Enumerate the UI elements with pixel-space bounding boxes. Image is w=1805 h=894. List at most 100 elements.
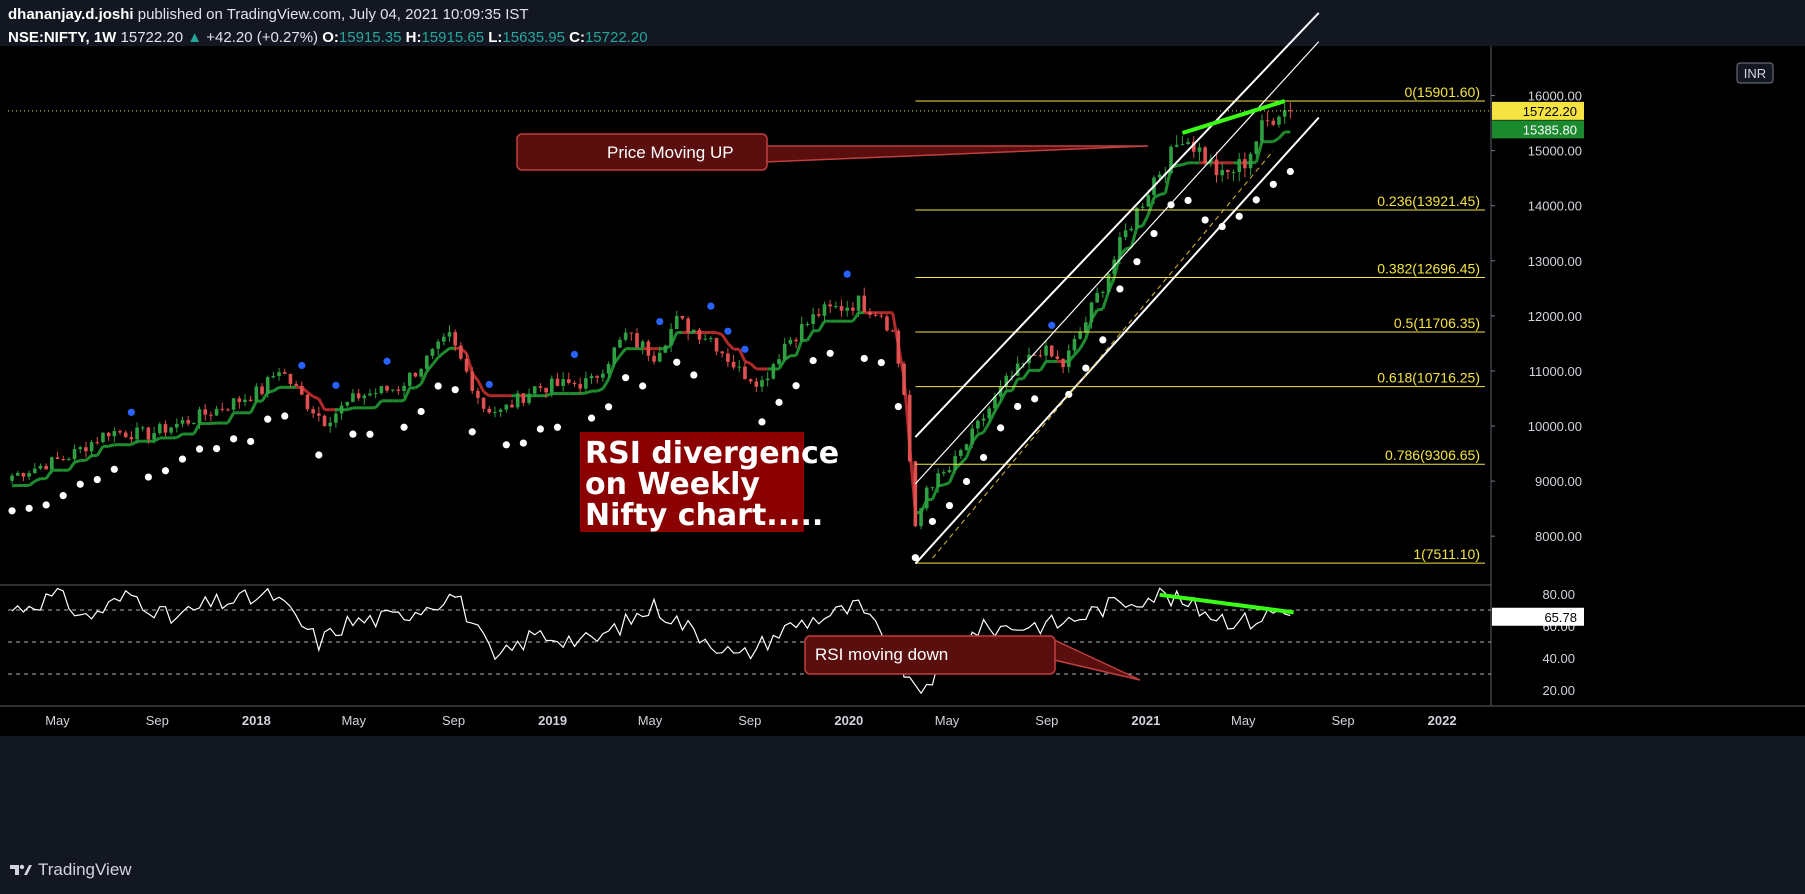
- candle-body: [663, 345, 668, 353]
- candle-body: [623, 332, 628, 340]
- psar-dot-below: [1082, 364, 1090, 372]
- candle-body: [157, 424, 162, 434]
- candle-body: [481, 397, 486, 409]
- candle-body: [1186, 141, 1190, 144]
- candle-body: [396, 389, 401, 391]
- candle-body: [430, 348, 435, 356]
- psar-dot-below: [178, 455, 187, 463]
- candle-body: [1237, 159, 1242, 173]
- psar-dot-above: [383, 357, 391, 365]
- candle-body: [1044, 345, 1048, 356]
- candle-body: [476, 390, 480, 398]
- price-tick-label: 13000.00: [1528, 254, 1582, 269]
- psar-dot-below: [281, 412, 289, 420]
- psar-dot-below: [1014, 402, 1022, 411]
- candle-body: [862, 295, 867, 312]
- candle-body: [947, 470, 952, 473]
- price-chart[interactable]: 8000.00 9000.00 10000.00 11000.00 12000.00 13…: [0, 0, 1805, 894]
- candle-body: [953, 456, 957, 471]
- candle-body: [584, 378, 588, 389]
- time-tick-label: 2020: [834, 713, 863, 728]
- psar-dot-below: [1286, 167, 1294, 176]
- candle-body: [1118, 237, 1122, 260]
- candle-body: [192, 422, 196, 424]
- psar-dot-below: [690, 371, 698, 379]
- candle-body: [1248, 153, 1253, 169]
- psar-dot-below: [536, 425, 545, 433]
- psar-dot-below: [622, 374, 630, 382]
- psar-dot-below: [110, 465, 118, 473]
- candle-body: [129, 437, 134, 440]
- candle-body: [1243, 159, 1247, 169]
- time-tick-label: May: [45, 713, 70, 728]
- candle-body: [635, 333, 639, 348]
- rsi-tick-label: 40.00: [1542, 651, 1575, 666]
- candle-body: [470, 371, 475, 391]
- psar-dot-below: [894, 402, 902, 411]
- candle-body: [209, 414, 213, 416]
- candle-body: [197, 409, 202, 423]
- candle-body: [424, 355, 429, 369]
- tradingview-logo-icon: [10, 864, 32, 875]
- psar-dot-above: [298, 361, 306, 370]
- trend-segment: [585, 389, 593, 395]
- candle-body: [385, 386, 389, 391]
- candle-body: [868, 311, 872, 315]
- candle-body: [890, 330, 895, 332]
- fib-label: 1(7511.10): [1413, 546, 1480, 562]
- candle-body: [527, 393, 531, 403]
- candle-body: [902, 363, 906, 395]
- candle-body: [595, 376, 600, 378]
- candle-body: [1135, 207, 1139, 229]
- trend-segment: [108, 443, 115, 448]
- candle-body: [493, 411, 497, 413]
- psar-dot-below: [519, 439, 527, 447]
- trend-price-badge-label: 15385.80: [1523, 122, 1577, 137]
- rsi-value-badge-label: 65.78: [1544, 610, 1577, 625]
- candle-body: [106, 432, 111, 437]
- candle-body: [220, 408, 225, 410]
- candle-body: [703, 338, 707, 340]
- candle-body: [447, 332, 452, 337]
- candle-body: [282, 372, 287, 374]
- candle-body: [334, 413, 338, 423]
- psar-dot-below: [195, 445, 204, 453]
- candle-body: [976, 420, 980, 429]
- candle-body: [1197, 147, 1202, 152]
- candle-body: [356, 393, 361, 399]
- psar-dot-below: [553, 423, 562, 431]
- candle-body: [828, 304, 832, 307]
- candle-body: [294, 383, 298, 386]
- time-tick-label: 2021: [1131, 713, 1160, 728]
- candle-body: [1129, 228, 1134, 231]
- candle-body: [271, 375, 276, 378]
- candle-body: [373, 393, 378, 395]
- time-tick-label: Sep: [738, 713, 761, 728]
- psar-dot-below: [1252, 196, 1260, 204]
- candle-body: [936, 473, 940, 488]
- psar-dot-below: [144, 473, 153, 481]
- trend-segment: [1181, 161, 1189, 167]
- candle-body: [322, 415, 327, 427]
- candle-body: [578, 384, 582, 389]
- psar-dot-below: [1099, 336, 1107, 344]
- psar-dot-below: [247, 437, 255, 446]
- time-tick-label: May: [341, 713, 366, 728]
- psar-dot-below: [417, 407, 425, 416]
- candle-body: [32, 468, 37, 474]
- psar-dot-below: [1235, 212, 1243, 220]
- psar-dot-above: [707, 302, 715, 310]
- psar-dot-below: [979, 453, 988, 462]
- candle-body: [851, 307, 855, 311]
- candle-body: [652, 355, 656, 362]
- candle-body: [907, 394, 912, 462]
- tradingview-footer[interactable]: TradingView: [8, 860, 132, 880]
- candle-body: [243, 399, 247, 403]
- psar-dot-above: [570, 350, 579, 359]
- candle-body: [845, 307, 850, 311]
- psar-dot-below: [212, 444, 221, 453]
- trend-segment: [1096, 307, 1104, 312]
- trend-segment: [1159, 191, 1166, 197]
- psar-dot-below: [468, 428, 476, 436]
- trend-segment: [545, 392, 553, 398]
